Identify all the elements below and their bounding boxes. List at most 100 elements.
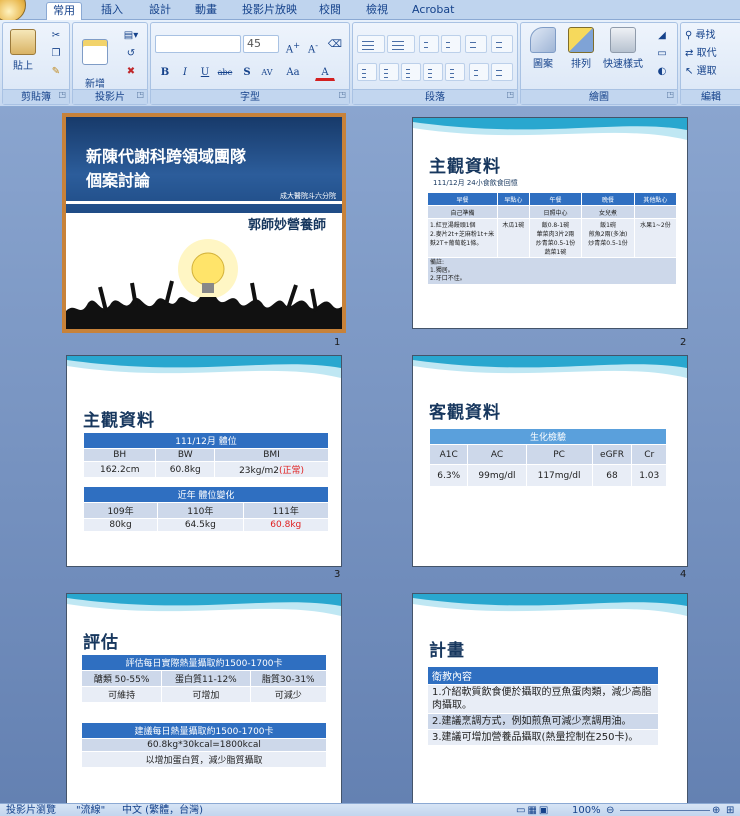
format-painter-icon[interactable]: ✎: [47, 63, 65, 81]
select-button[interactable]: ↖ 選取: [685, 63, 740, 81]
theme-name-text: "流線": [76, 805, 106, 816]
slide-thumbnail-6[interactable]: 計畫 衛教內容 1.介紹軟質飲食便於攝取的豆魚蛋肉類，減少高脂肉攝取。 2.建議…: [412, 593, 692, 811]
font-name-input[interactable]: [155, 35, 241, 53]
tab-insert[interactable]: 插入: [95, 2, 129, 20]
increase-indent-button[interactable]: [441, 35, 461, 53]
drawing-group: 圖案 排列 快速樣式 ◢ ▭ ◐ 繪圖 ◳: [520, 22, 678, 105]
slide-6-title: 計畫: [429, 641, 465, 661]
tab-view[interactable]: 檢視: [360, 2, 394, 20]
cut-icon[interactable]: ✂: [47, 27, 65, 45]
tab-slideshow[interactable]: 投影片放映: [236, 2, 303, 20]
slide-1[interactable]: 新陳代謝科跨領域團隊 個案討論 成大醫院斗六分院 郭師妙營養師: [62, 113, 346, 333]
underline-button[interactable]: U: [195, 63, 215, 81]
bullets-button[interactable]: [357, 35, 385, 53]
sorter-view-icon: ▦: [527, 805, 539, 816]
strikethrough-button[interactable]: abe: [215, 63, 235, 81]
arrange-button[interactable]: 排列: [565, 27, 597, 70]
intake-assessment-table: 評估每日實際熱量攝取約1500-1700卡 醣類 50-55% 蛋白質11-12%…: [80, 654, 328, 703]
slide-2-subtitle: 111/12月 24小食飲食回憶: [433, 179, 518, 187]
zoom-level-text[interactable]: 100%: [572, 804, 601, 816]
smartart-button[interactable]: [491, 63, 513, 81]
lightbulb-crowd-illustration: [66, 239, 342, 329]
change-case-button[interactable]: Aa: [283, 63, 303, 81]
zoom-slider[interactable]: [620, 810, 710, 811]
grow-font-button[interactable]: A+: [283, 35, 303, 55]
justify-button[interactable]: [423, 63, 443, 81]
numbering-button[interactable]: [387, 35, 415, 53]
slide-sorter[interactable]: 新陳代謝科跨領域團隊 個案討論 成大醫院斗六分院 郭師妙營養師 1 主觀資料 1…: [0, 107, 740, 816]
line-spacing-button[interactable]: [465, 35, 487, 53]
char-spacing-button[interactable]: AV: [257, 63, 277, 81]
shape-fill-icon[interactable]: ◢: [651, 27, 673, 45]
zoom-in-icon[interactable]: ⊕: [712, 804, 720, 816]
reset-icon[interactable]: ↺: [119, 45, 143, 63]
view-mode-text: 投影片瀏覽: [6, 805, 56, 816]
slide-thumbnail-1[interactable]: 新陳代謝科跨領域團隊 個案討論 成大醫院斗六分院 郭師妙營養師 1: [62, 113, 346, 348]
shape-outline-icon[interactable]: ▭: [651, 45, 673, 63]
paste-button[interactable]: 貼上: [7, 29, 39, 72]
office-button[interactable]: [0, 0, 26, 22]
paragraph-group-label: 段落 ◳: [353, 89, 517, 104]
wave-header-icon: [413, 356, 687, 378]
zoom-out-icon[interactable]: ⊖: [606, 804, 614, 816]
slide-number: 2: [680, 337, 687, 348]
slide-6[interactable]: 計畫 衛教內容 1.介紹軟質飲食便於攝取的豆魚蛋肉類，減少高脂肉攝取。 2.建議…: [412, 593, 688, 805]
tab-design[interactable]: 設計: [143, 2, 177, 20]
tab-acrobat[interactable]: Acrobat: [406, 2, 460, 20]
slide-thumbnail-5[interactable]: 評估 評估每日實際熱量攝取約1500-1700卡 醣類 50-55% 蛋白質11-…: [66, 593, 346, 816]
tab-review[interactable]: 校閱: [313, 2, 347, 20]
slide-thumbnail-3[interactable]: 主觀資料 111/12月 體位 BH BW BMI 162.2cm 60.8kg 23k…: [66, 355, 346, 580]
delete-icon[interactable]: ✖: [119, 63, 143, 81]
replace-button[interactable]: ⇄ 取代: [685, 45, 740, 63]
columns-button[interactable]: [469, 63, 489, 81]
paragraph-group: 段落 ◳: [352, 22, 518, 105]
shapes-button[interactable]: 圖案: [527, 27, 559, 70]
distributed-button[interactable]: [445, 63, 465, 81]
drawing-group-label: 繪圖 ◳: [521, 89, 677, 104]
slide-5[interactable]: 評估 評估每日實際熱量攝取約1500-1700卡 醣類 50-55% 蛋白質11-…: [66, 593, 342, 805]
slide-4[interactable]: 客觀資料 生化檢驗 A1C AC PC eGFR Cr 6.3% 99mg/dl 117mg…: [412, 355, 688, 567]
font-size-input[interactable]: 45: [243, 35, 279, 53]
dialog-launcher-icon[interactable]: ◳: [136, 87, 144, 102]
clipboard-group-label: 剪貼簿 ◳: [3, 89, 69, 104]
bold-button[interactable]: B: [155, 63, 175, 81]
view-buttons[interactable]: ▭▦▣: [516, 804, 562, 816]
shape-effects-icon[interactable]: ◐: [651, 63, 673, 81]
paste-icon: [10, 29, 36, 55]
body-measure-table: 111/12月 體位 BH BW BMI 162.2cm 60.8kg 23kg/m2(…: [82, 432, 329, 478]
slide-3[interactable]: 主觀資料 111/12月 體位 BH BW BMI 162.2cm 60.8kg 23k…: [66, 355, 342, 567]
slide-2[interactable]: 主觀資料 111/12月 24小食飲食回憶 早餐 早點心 午餐 晚餐 其他點心 自己準備…: [412, 117, 688, 329]
layout-icon[interactable]: ▤▾: [119, 27, 143, 45]
quick-styles-button[interactable]: 快速樣式: [601, 27, 645, 70]
ribbon-tab-bar: 常用 插入 設計 動畫 投影片放映 校閱 檢視 Acrobat: [0, 0, 740, 22]
font-group: 45 A+ A- ⌫ B I U abe S AV Aa A 字型 ◳: [150, 22, 350, 105]
replace-icon: ⇄: [685, 48, 694, 59]
dialog-launcher-icon[interactable]: ◳: [666, 87, 674, 102]
find-button[interactable]: ⚲ 尋找: [685, 27, 740, 45]
align-center-button[interactable]: [379, 63, 399, 81]
fit-window-icon[interactable]: ⊞: [726, 804, 734, 816]
decrease-indent-button[interactable]: [419, 35, 439, 53]
align-left-button[interactable]: [357, 63, 377, 81]
wave-header-icon: [67, 594, 341, 616]
wave-header-icon: [413, 594, 687, 616]
clear-format-button[interactable]: ⌫: [325, 35, 345, 53]
shrink-font-button[interactable]: A-: [303, 35, 323, 55]
slide-number: 3: [334, 569, 341, 580]
dialog-launcher-icon[interactable]: ◳: [506, 87, 514, 102]
recommended-intake-table: 建議每日熱量攝取約1500-1700卡 60.8kg*30kcal=1800kc…: [81, 722, 327, 768]
slide-thumbnail-4[interactable]: 客觀資料 生化檢驗 A1C AC PC eGFR Cr 6.3% 99mg/dl 117mg…: [412, 355, 692, 580]
slide-thumbnail-2[interactable]: 主觀資料 111/12月 24小食飲食回憶 早餐 早點心 午餐 晚餐 其他點心 自己準備…: [412, 117, 692, 348]
dialog-launcher-icon[interactable]: ◳: [58, 87, 66, 102]
shadow-button[interactable]: S: [237, 63, 257, 81]
font-color-button[interactable]: A: [315, 63, 335, 81]
italic-button[interactable]: I: [175, 63, 195, 81]
text-direction-button[interactable]: [491, 35, 513, 53]
slide-2-title: 主觀資料: [429, 157, 501, 177]
tab-home[interactable]: 常用: [46, 2, 82, 21]
dialog-launcher-icon[interactable]: ◳: [338, 87, 346, 102]
tab-animations[interactable]: 動畫: [189, 2, 223, 20]
align-right-button[interactable]: [401, 63, 421, 81]
copy-icon[interactable]: ❐: [47, 45, 65, 63]
language-text: 中文 (繁體，台灣): [122, 805, 203, 816]
